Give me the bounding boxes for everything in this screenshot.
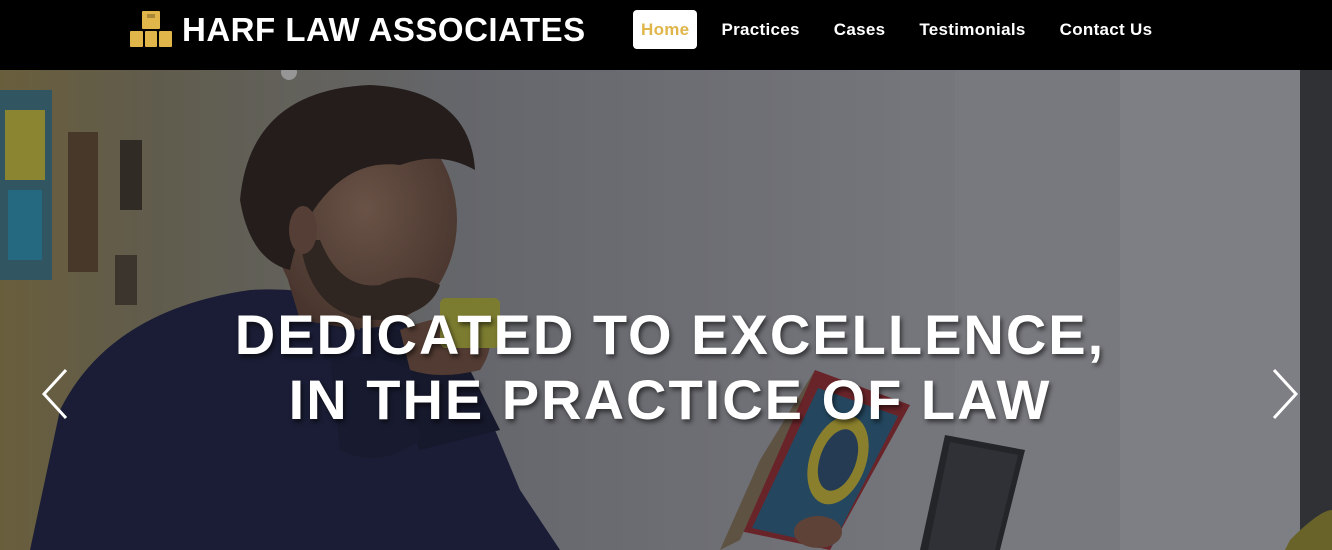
nav-item-practices: Practices [708, 10, 820, 49]
nav-link-contact-us[interactable]: Contact Us [1047, 10, 1166, 49]
nav-link-cases[interactable]: Cases [821, 10, 899, 49]
main-nav: Home Practices Cases Testimonials Contac… [633, 10, 1173, 49]
chevron-left-icon [41, 368, 68, 420]
nav-item-home: Home [633, 10, 708, 49]
carousel-next-button[interactable] [1266, 366, 1302, 422]
nav-link-testimonials[interactable]: Testimonials [906, 10, 1038, 49]
nav-link-practices[interactable]: Practices [708, 10, 812, 49]
hero-caption: DEDICATED TO EXCELLENCE, IN THE PRACTICE… [0, 302, 1332, 432]
nav-item-contact: Contact Us [1047, 10, 1174, 49]
brand-name: HARF LAW ASSOCIATES [182, 11, 586, 48]
chevron-right-icon [1272, 368, 1299, 420]
nav-link-home[interactable]: Home [633, 10, 698, 49]
hero-caption-line-1: DEDICATED TO EXCELLENCE, [234, 303, 1106, 366]
hero-caption-line-2: IN THE PRACTICE OF LAW [288, 368, 1052, 431]
hero-carousel: DEDICATED TO EXCELLENCE, IN THE PRACTICE… [0, 70, 1332, 550]
stacked-blocks-icon [130, 11, 172, 47]
carousel-prev-button[interactable] [38, 366, 74, 422]
brand-link[interactable]: HARF LAW ASSOCIATES [130, 9, 586, 51]
nav-item-cases: Cases [821, 10, 907, 49]
navbar: HARF LAW ASSOCIATES Home Practices Cases… [0, 0, 1332, 70]
nav-item-testimonials: Testimonials [906, 10, 1046, 49]
